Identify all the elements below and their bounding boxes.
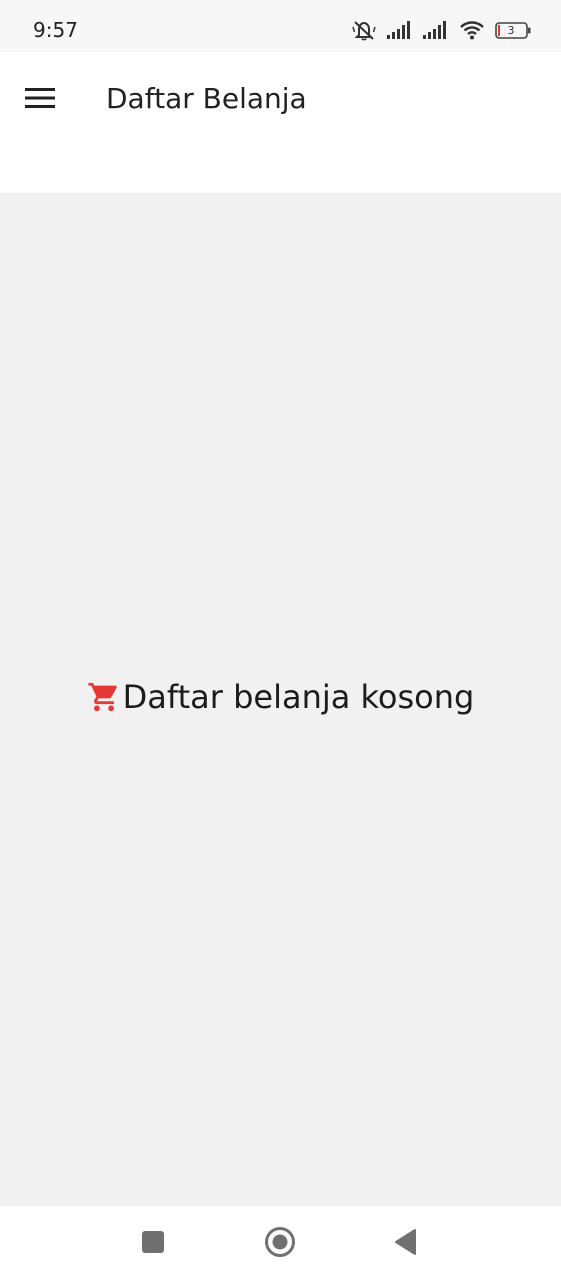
shopping-cart-icon [87, 680, 121, 714]
recents-button[interactable] [133, 1224, 173, 1264]
back-button[interactable] [386, 1224, 426, 1264]
status-icons: 3 [351, 18, 531, 42]
home-button[interactable] [260, 1224, 300, 1264]
battery-level: 3 [507, 23, 515, 37]
signal-icon [423, 20, 449, 40]
navigation-bar [0, 1206, 561, 1280]
app-bar [0, 52, 561, 193]
home-icon [264, 1226, 296, 1262]
status-bar: 9:57 3 [0, 0, 561, 52]
back-icon [393, 1228, 419, 1260]
empty-message: Daftar belanja kosong [122, 678, 475, 716]
hamburger-menu-icon [25, 87, 55, 113]
bell-muted-icon [351, 19, 377, 41]
recents-icon [141, 1230, 165, 1258]
empty-state: Daftar belanja kosong [0, 677, 561, 717]
main-content: Daftar belanja kosong [0, 193, 561, 1206]
battery-icon: 3 [495, 21, 531, 39]
wifi-icon [459, 19, 485, 41]
signal-icon [387, 20, 413, 40]
page-title: Daftar Belanja [106, 82, 307, 115]
menu-button[interactable] [18, 78, 62, 122]
status-time: 9:57 [33, 18, 78, 42]
